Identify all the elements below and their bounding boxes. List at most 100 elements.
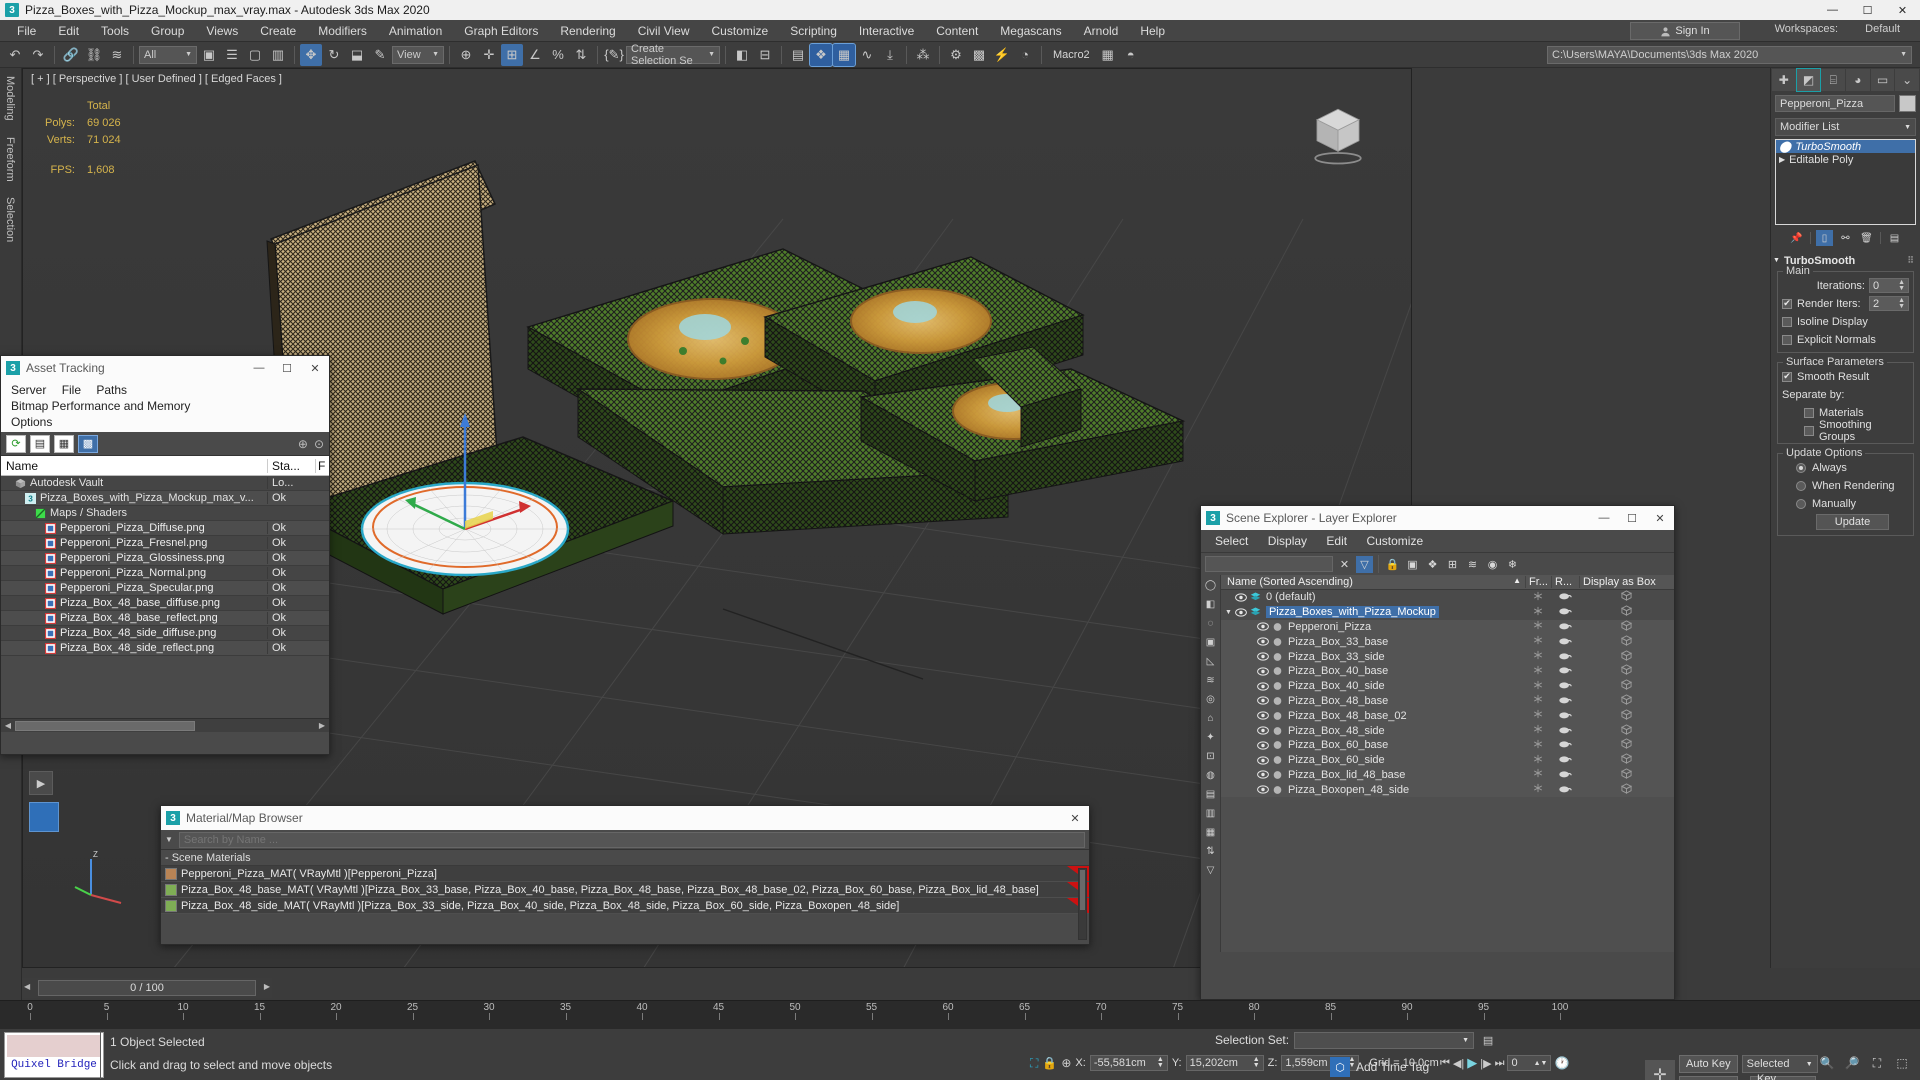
table-row[interactable]: Pizza_Box_40_side (1221, 678, 1674, 694)
se-menu-display[interactable]: Display (1260, 533, 1315, 549)
freeze-toggle-icon[interactable] (1525, 724, 1551, 737)
table-row[interactable]: Pizza_Box_60_side (1221, 752, 1674, 768)
unlink-selection-icon[interactable]: ⛓ (83, 44, 105, 66)
renderable-toggle-icon[interactable] (1551, 739, 1579, 751)
y-coordinate-field[interactable]: 15,202cm ▲ ▼ (1185, 1055, 1264, 1071)
add-time-tag-group[interactable]: ⬡ Add Time Tag (1330, 1057, 1429, 1077)
renderable-toggle-icon[interactable] (1551, 665, 1579, 677)
next-frame-icon[interactable]: |▶ (1480, 1057, 1491, 1070)
freeze-toggle-icon[interactable] (1525, 680, 1551, 693)
isoline-display-row[interactable]: Isoline Display (1782, 314, 1909, 329)
asset-menu-options[interactable]: Options (5, 414, 58, 430)
select-xrefs-icon[interactable]: ◍ (1202, 767, 1219, 784)
display-as-box-toggle-icon[interactable] (1579, 783, 1674, 797)
renderable-toggle-icon[interactable] (1551, 784, 1579, 796)
maximize-button[interactable]: ☐ (1850, 0, 1885, 20)
layout-grid-icon[interactable]: ▦ (1097, 44, 1119, 66)
scroll-thumb[interactable] (15, 720, 195, 731)
frame-prev-icon[interactable]: ◀ (24, 982, 30, 991)
settings-icon[interactable]: ⊙ (314, 437, 324, 451)
set-keys-icon[interactable]: ✛ (1645, 1059, 1675, 1080)
freeze-toggle-icon[interactable] (1525, 709, 1551, 722)
menu-edit[interactable]: Edit (47, 20, 90, 42)
renderable-toggle-icon[interactable] (1551, 621, 1579, 633)
freeze-toggle-icon[interactable] (1525, 739, 1551, 752)
table-row[interactable]: Pepperoni_Pizza_Diffuse.png Ok (1, 521, 329, 536)
select-lights-icon[interactable]: ≋ (1202, 672, 1219, 689)
key-filters-button[interactable]: Key Filters... (1750, 1073, 1817, 1080)
material-map-browser-window[interactable]: 3 Material/Map Browser ✕ ▼ - Scene Mater… (160, 805, 1090, 945)
menu-arnold[interactable]: Arnold (1073, 20, 1130, 42)
modifier-list-dropdown[interactable]: Modifier List ▼ (1775, 118, 1916, 136)
spinner-arrows-icon[interactable]: ▲ ▼ (1898, 297, 1905, 310)
column-renderable[interactable]: R... (1551, 576, 1579, 588)
collapse-icon[interactable]: ▼ (1773, 257, 1780, 264)
asset-tracking-titlebar[interactable]: 3 Asset Tracking — ☐ ✕ (1, 356, 329, 380)
separate-materials-checkbox[interactable] (1804, 407, 1814, 418)
modifier-stack-item-turbosmooth[interactable]: ⬤ TurboSmooth (1776, 140, 1915, 153)
current-frame-field[interactable]: 0 / 100 (38, 980, 256, 996)
ribbon-tab-freeform[interactable]: Freeform (0, 129, 20, 190)
table-row[interactable]: Pizza_Box_48_side (1221, 723, 1674, 738)
menu-graph-editors[interactable]: Graph Editors (453, 20, 549, 42)
render-iters-spinner[interactable]: 2 ▲ ▼ (1869, 296, 1909, 311)
set-key-button[interactable]: Set Key (1679, 1076, 1738, 1080)
menu-views[interactable]: Views (195, 20, 249, 42)
renderable-toggle-icon[interactable] (1551, 725, 1579, 737)
spinner-snap-toggle-icon[interactable]: ⇅ (570, 44, 592, 66)
renderable-toggle-icon[interactable] (1551, 710, 1579, 722)
details-icon[interactable]: ▦ (54, 434, 74, 453)
visibility-eye-icon[interactable] (1257, 682, 1269, 691)
spinner-arrows-icon[interactable]: ▲ ▼ (1898, 279, 1905, 292)
column-status[interactable]: Sta... (267, 458, 315, 473)
freeze-toggle-icon[interactable] (1525, 635, 1551, 648)
display-tab[interactable]: ▭ (1870, 69, 1895, 91)
visibility-eye-icon[interactable] (1257, 667, 1269, 676)
refresh-icon[interactable]: ⟳ (6, 434, 26, 453)
scene-materials-list[interactable]: Pepperoni_Pizza_MAT ( VRayMtl ) [Peppero… (161, 866, 1089, 914)
separate-smoothing-groups-row[interactable]: Smoothing Groups (1782, 419, 1909, 443)
menu-help[interactable]: Help (1129, 20, 1176, 42)
render-iterative-icon[interactable]: ◔ (1014, 44, 1036, 66)
add-selection-to-layer-icon[interactable]: ❖ (1424, 556, 1441, 573)
select-layer-children-icon[interactable]: ⊞ (1444, 556, 1461, 573)
previous-frame-icon[interactable]: ◀| (1453, 1057, 1464, 1070)
zoom-extents-icon[interactable]: ⛶ (1867, 1053, 1887, 1073)
visibility-eye-icon[interactable] (1257, 726, 1269, 735)
add-layer-icon[interactable]: ▣ (1404, 556, 1421, 573)
select-groups-icon[interactable]: ⊡ (1202, 748, 1219, 765)
asset-menu-bitmap-performance[interactable]: Bitmap Performance and Memory (5, 398, 196, 414)
macro2-label[interactable]: Macro2 (1047, 49, 1096, 61)
display-as-box-toggle-icon[interactable] (1579, 694, 1674, 708)
minimize-button[interactable]: — (1815, 0, 1850, 20)
table-row[interactable]: Pizza_Box_48_base_02 (1221, 708, 1674, 724)
close-button[interactable]: ✕ (1885, 0, 1920, 20)
redo-icon[interactable]: ↷ (27, 44, 49, 66)
rectangular-selection-region-icon[interactable]: ▢ (244, 44, 266, 66)
material-row[interactable]: Pizza_Box_48_base_MAT ( VRayMtl ) [Pizza… (161, 882, 1089, 898)
separate-smoothing-groups-checkbox[interactable] (1804, 425, 1814, 436)
visibility-eye-icon[interactable] (1257, 785, 1269, 794)
table-row[interactable]: Pizza_Box_33_side (1221, 649, 1674, 664)
material-row[interactable]: Pizza_Box_48_side_MAT ( VRayMtl ) [Pizza… (161, 898, 1089, 914)
track-bar[interactable]: 0 5 10 15 20 25 30 35 40 45 50 55 60 65 70 75 80 85 90 95 10… (0, 1000, 1920, 1028)
update-when-rendering-row[interactable]: When Rendering (1782, 478, 1909, 493)
angle-snap-toggle-icon[interactable]: ∠ (524, 44, 546, 66)
toggle-layer-explorer-icon[interactable]: ❖ (809, 42, 833, 67)
scroll-left-icon[interactable]: ◀ (1, 721, 15, 730)
select-bones-icon[interactable]: ▤ (1202, 786, 1219, 803)
window-crossing-icon[interactable]: ▥ (267, 44, 289, 66)
select-and-link-icon[interactable]: 🔗 (60, 44, 82, 66)
display-as-box-toggle-icon[interactable] (1579, 738, 1674, 752)
configure-modifier-sets-icon[interactable]: ▤ (1886, 230, 1903, 246)
object-color-swatch[interactable] (1899, 95, 1916, 112)
table-row[interactable]: Pepperoni_Pizza_Fresnel.png Ok (1, 536, 329, 551)
visibility-eye-icon[interactable] (1257, 637, 1269, 646)
select-all-icon[interactable]: ◯ (1202, 577, 1219, 594)
table-row[interactable]: Pizza_Box_48_side_diffuse.png Ok (1, 626, 329, 641)
viewport-selection-swatch[interactable] (29, 802, 59, 832)
zoom-icon[interactable]: 🔍 (1817, 1053, 1837, 1073)
scroll-thumb[interactable] (1080, 870, 1085, 910)
table-row[interactable]: Pizza_Box_33_base (1221, 634, 1674, 650)
auto-key-button[interactable]: Auto Key (1679, 1055, 1738, 1073)
